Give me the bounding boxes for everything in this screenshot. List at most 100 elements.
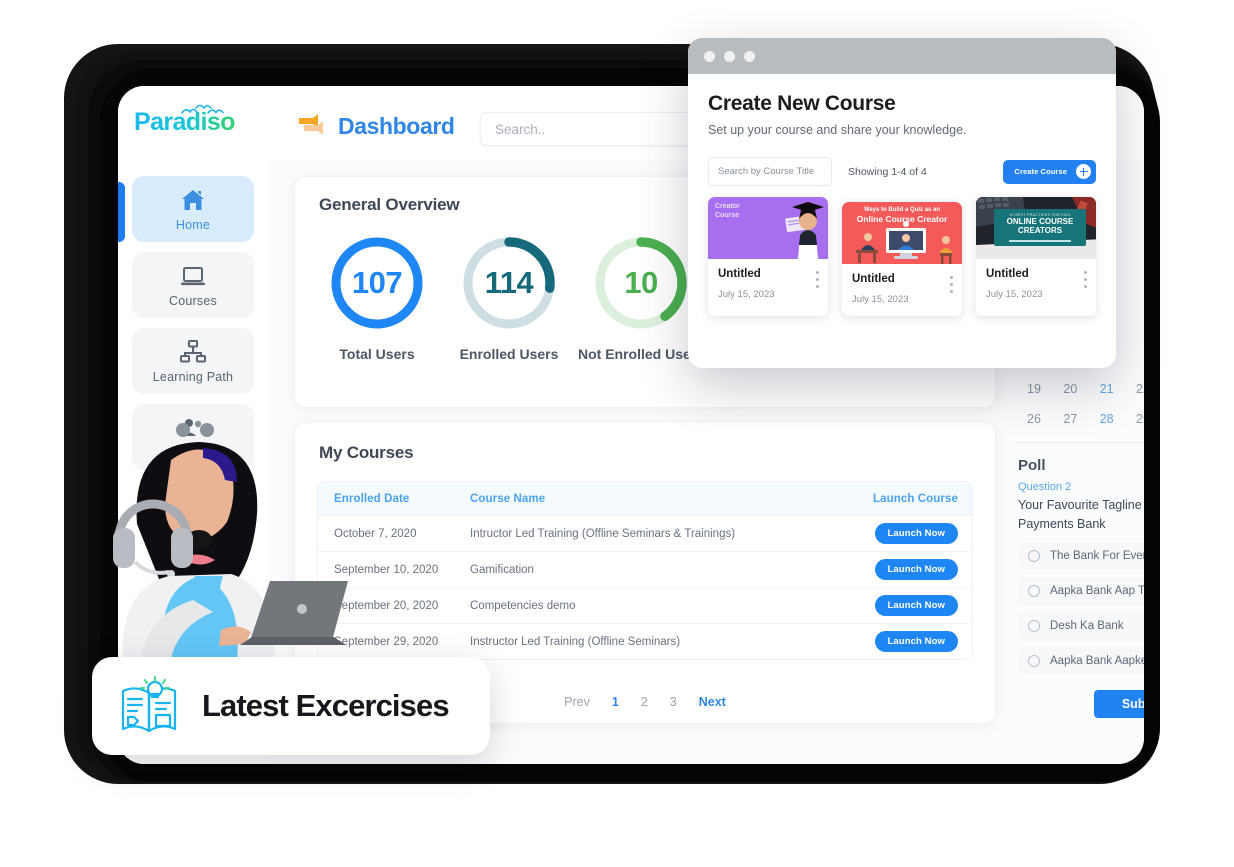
poll-option[interactable]: Desh Ka Bank [1018, 611, 1144, 640]
course-card-title: Untitled [852, 273, 895, 285]
course-card-date: July 15, 2023 [986, 289, 1043, 300]
results-count: Showing 1-4 of 4 [848, 165, 927, 178]
table-row: October 7, 2020 Intructor Led Training (… [318, 516, 972, 552]
sidebar-item-courses[interactable]: Courses [132, 252, 254, 318]
create-course-label: Create Course [1014, 167, 1067, 176]
course-card[interactable]: 10 BEST PRACTICES FOR 2021 ONLINE COURSE… [976, 197, 1096, 316]
my-courses-title: My Courses [319, 443, 414, 462]
poll-option[interactable]: Aapka Bank Aap Tak [1018, 576, 1144, 605]
radio-icon [1028, 549, 1040, 562]
modal-subtitle: Set up your course and share your knowle… [708, 123, 967, 137]
course-search-placeholder: Search by Course Title [718, 166, 815, 177]
course-card[interactable]: Ways to Build a Quiz as an Online Course… [842, 202, 962, 316]
poll-option-label: Aapka Bank Aapke Ghar [1050, 654, 1144, 667]
column-header-enrolled-date: Enrolled Date [334, 492, 410, 505]
stat-total-users: 107 Total Users [311, 233, 443, 362]
pagination-page-3[interactable]: 3 [670, 695, 677, 709]
laptop-icon [181, 266, 205, 285]
brand-logo[interactable]: Paradiso [134, 104, 254, 150]
window-close-icon[interactable] [704, 50, 715, 62]
cell-course-name: Instructor Led Training (Offline Seminar… [470, 635, 681, 648]
course-card-body: Untitled July 15, 2023 [842, 264, 962, 316]
promo-composition: Paradiso Home Courses Learning Path Dash… [0, 0, 1234, 867]
course-card-body: Untitled July 15, 2023 [976, 259, 1096, 311]
stat-label: Enrolled Users [459, 346, 559, 362]
modal-toolbar: Search by Course Title Showing 1-4 of 4 … [708, 157, 1096, 186]
poll-option-label: Desh Ka Bank [1050, 619, 1124, 632]
create-course-button[interactable]: Create Course [1003, 159, 1096, 184]
cell-course-name: Competencies demo [470, 599, 576, 612]
course-search-input[interactable]: Search by Course Title [708, 157, 832, 186]
table-row: September 10, 2020 Gamification Launch N… [318, 552, 972, 588]
poll-option[interactable]: Aapka Bank Aapke Ghar [1018, 646, 1144, 675]
cell-action: Launch Now [850, 631, 970, 652]
stat-label: Total Users [339, 346, 415, 362]
graduate-illustration [785, 202, 824, 259]
sidebar-item-learning-path[interactable]: Learning Path [132, 328, 254, 394]
calendar-day[interactable]: 28 [1093, 412, 1121, 426]
thumbnail-rule [1009, 239, 1071, 242]
calendar-day[interactable]: 26 [1020, 412, 1048, 426]
page-title: Dashboard [338, 113, 455, 139]
stat-value: 107 [351, 265, 403, 300]
calendar-day[interactable]: 19 [1020, 382, 1048, 396]
overview-title: General Overview [319, 195, 460, 214]
poll-header: Poll View Response [1012, 457, 1144, 474]
calendar-day[interactable]: 21 [1093, 382, 1121, 396]
cell-action: Launch Now [850, 523, 970, 544]
launch-now-button[interactable]: Launch Now [874, 595, 958, 616]
hierarchy-icon [180, 339, 206, 362]
table-row: September 29, 2020 Instructor Led Traini… [318, 624, 972, 659]
poll-option[interactable]: The Bank For Every Indian [1018, 541, 1144, 570]
more-options-icon[interactable] [1084, 271, 1087, 292]
pagination-page-1[interactable]: 1 [612, 695, 619, 709]
calendar-week-row: 19 20 21 22 23 24 25 [1012, 382, 1144, 396]
course-card-date: July 15, 2023 [852, 294, 909, 305]
calendar-week-row: 26 27 28 29 30 31 1 [1012, 412, 1144, 426]
launch-now-button[interactable]: Launch Now [874, 631, 958, 652]
calendar-day[interactable]: 29 [1129, 412, 1144, 426]
course-cards: Creator Course Untitled July 15, 2023 Wa… [708, 197, 1096, 316]
radio-icon [1028, 584, 1040, 597]
active-indicator [118, 182, 125, 242]
cell-course-name: Intructor Led Training (Offline Seminars… [470, 527, 736, 540]
pagination-prev[interactable]: Prev [564, 695, 590, 709]
sidebar-item-home[interactable]: Home [132, 176, 254, 242]
window-minimize-icon[interactable] [724, 50, 735, 62]
sidebar-item-label: Learning Path [152, 369, 234, 384]
thumbnail-title: Creator Course [715, 203, 740, 219]
plus-circle-icon [1076, 164, 1091, 179]
laptop-illustration [240, 581, 348, 645]
sidebar-item-label: Home [175, 217, 211, 232]
window-maximize-icon[interactable] [744, 50, 755, 62]
donut-chart: 114 [459, 233, 559, 333]
sidebar-item-label: Courses [169, 293, 217, 308]
megaphone-icon [299, 114, 323, 135]
course-card[interactable]: Creator Course Untitled July 15, 2023 [708, 197, 828, 316]
poll-question: Your Favourite Tagline for India Post Pa… [1018, 498, 1144, 532]
poll-question-number: Question 2 [1018, 481, 1072, 493]
launch-now-button[interactable]: Launch Now [874, 559, 958, 580]
course-card-date: July 15, 2023 [718, 289, 775, 300]
calendar-day[interactable]: 20 [1056, 382, 1084, 396]
calendar-day[interactable]: 22 [1129, 382, 1144, 396]
submit-button[interactable]: Submit [1093, 689, 1144, 718]
table-row: September 20, 2020 Competencies demo Lau… [318, 588, 972, 624]
table-header-row: Enrolled Date Course Name Launch Course [318, 482, 972, 516]
badge-label: Latest Excercises [202, 688, 450, 723]
cell-date: October 7, 2020 [334, 527, 417, 540]
radio-icon [1028, 654, 1040, 667]
window-body: Create New Course Set up your course and… [688, 74, 1116, 316]
cell-action: Launch Now [850, 595, 970, 616]
pagination-next[interactable]: Next [699, 695, 726, 709]
cell-action: Launch Now [850, 559, 970, 580]
donut-chart: 107 [327, 233, 427, 333]
donut-chart: 10 [591, 233, 691, 333]
modal-title: Create New Course [708, 92, 896, 115]
pagination-page-2[interactable]: 2 [641, 695, 648, 709]
more-options-icon[interactable] [816, 271, 819, 292]
latest-exercises-badge[interactable]: Latest Excercises [92, 657, 490, 755]
more-options-icon[interactable] [950, 276, 953, 297]
launch-now-button[interactable]: Launch Now [874, 523, 958, 544]
calendar-day[interactable]: 27 [1056, 412, 1084, 426]
